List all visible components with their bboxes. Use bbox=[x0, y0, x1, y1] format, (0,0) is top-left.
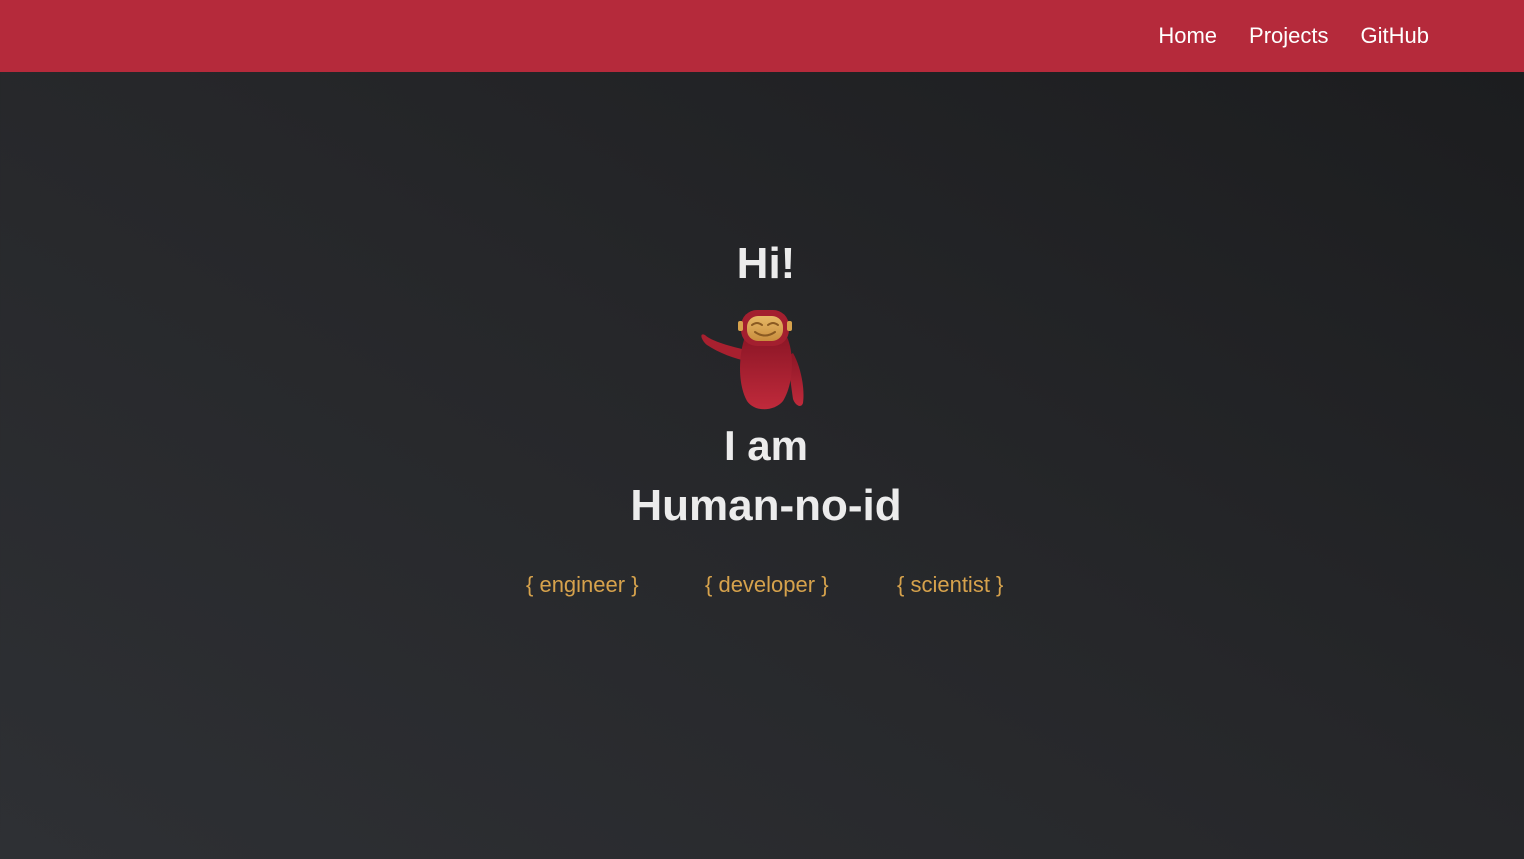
nav-link-github[interactable]: GitHub bbox=[1361, 23, 1429, 49]
greeting-heading: Hi! bbox=[736, 239, 796, 288]
role-developer: { developer } bbox=[705, 572, 829, 597]
roles-list: { engineer } { developer } { scientist } bbox=[0, 570, 1524, 602]
waving-robot-mascot-icon bbox=[697, 305, 809, 413]
intro-heading: I am bbox=[723, 422, 809, 469]
top-navbar: Home Projects GitHub bbox=[0, 0, 1524, 72]
nav-link-home[interactable]: Home bbox=[1158, 23, 1217, 49]
name-heading: Human-no-id bbox=[630, 481, 902, 530]
role-scientist: { scientist } bbox=[897, 572, 1004, 597]
nav-links: Home Projects GitHub bbox=[1158, 0, 1429, 72]
nav-link-projects[interactable]: Projects bbox=[1249, 23, 1328, 49]
role-engineer: { engineer } bbox=[526, 572, 639, 597]
